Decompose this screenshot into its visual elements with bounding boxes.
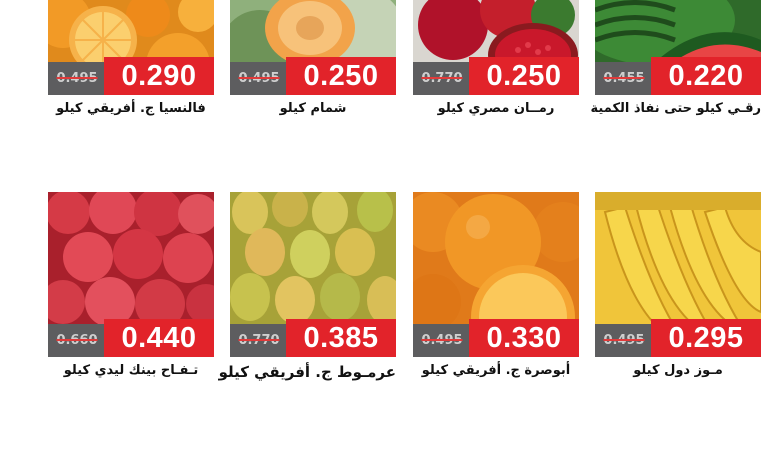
product-card-pomegranate[interactable]: 0.770 0.250 رمــان مصري كيلو (413, 0, 579, 116)
orange-image: 0.495 0.290 (48, 0, 214, 95)
new-price: 0.220 (651, 57, 761, 95)
product-card-watermelon[interactable]: 0.455 0.220 رقـي كيلو حتى نفاذ الكمية (590, 0, 761, 116)
navel-orange-image: 0.495 0.330 (413, 192, 579, 357)
old-price: 0.495 (413, 324, 471, 357)
banana-image: 0.495 0.295 (595, 192, 761, 357)
old-price: 0.455 (595, 62, 653, 95)
product-name: فالنسيا ج. أفريقي كيلو (56, 101, 206, 116)
product-card-banana[interactable]: 0.495 0.295 مـوز دول كيلو (595, 192, 761, 378)
pear-image: 0.770 0.385 (230, 192, 396, 357)
product-card-apple[interactable]: 0.660 0.440 تـفـاح بينك ليدي كيلو (48, 192, 214, 378)
product-card-navel-orange[interactable]: 0.495 0.330 أبوصرة ج. أفريقي كيلو (413, 192, 579, 378)
new-price: 0.330 (469, 319, 579, 357)
pomegranate-image: 0.770 0.250 (413, 0, 579, 95)
product-name: رمــان مصري كيلو (437, 101, 555, 116)
old-price: 0.495 (48, 62, 106, 95)
apple-image: 0.660 0.440 (48, 192, 214, 357)
product-name: رقـي كيلو حتى نفاذ الكمية (590, 101, 761, 116)
new-price: 0.250 (286, 57, 396, 95)
product-card-pear[interactable]: 0.770 0.385 عرمـوط ج. أفريقي كيلو (218, 192, 396, 381)
product-name: شمام كيلو (279, 101, 347, 116)
watermelon-image: 0.455 0.220 (595, 0, 761, 95)
melon-image: 0.495 0.250 (230, 0, 396, 95)
new-price: 0.250 (469, 57, 579, 95)
old-price: 0.770 (413, 62, 471, 95)
product-name: عرمـوط ج. أفريقي كيلو (218, 363, 396, 381)
old-price: 0.770 (230, 324, 288, 357)
new-price: 0.290 (104, 57, 214, 95)
product-card-melon[interactable]: 0.495 0.250 شمام كيلو (230, 0, 396, 116)
old-price: 0.495 (595, 324, 653, 357)
product-card-valencia-orange[interactable]: 0.495 0.290 فالنسيا ج. أفريقي كيلو (48, 0, 214, 116)
new-price: 0.440 (104, 319, 214, 357)
product-name: مـوز دول كيلو (633, 363, 723, 378)
new-price: 0.295 (651, 319, 761, 357)
old-price: 0.660 (48, 324, 106, 357)
product-name: تـفـاح بينك ليدي كيلو (63, 363, 199, 378)
product-name: أبوصرة ج. أفريقي كيلو (421, 363, 571, 378)
new-price: 0.385 (286, 319, 396, 357)
old-price: 0.495 (230, 62, 288, 95)
